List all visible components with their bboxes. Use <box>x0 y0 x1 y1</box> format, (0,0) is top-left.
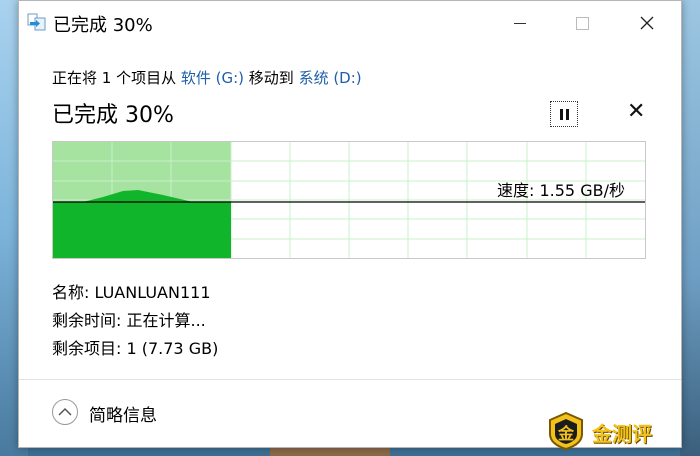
operation-description: 正在将 1 个项目从 软件 (G:) 移动到 系统 (D:) <box>52 67 362 88</box>
file-transfer-icon <box>27 13 46 31</box>
operation-prefix: 正在将 1 个项目从 <box>52 69 181 87</box>
maximize-icon <box>575 16 589 30</box>
file-move-dialog: 已完成 30% 正在将 1 个项目从 软件 (G:) 移动到 系统 (D:) 已… <box>18 0 682 448</box>
source-link[interactable]: 软件 (G:) <box>181 69 244 87</box>
maximize-button[interactable] <box>559 1 605 45</box>
cancel-operation-button[interactable]: ✕ <box>627 99 645 124</box>
watermark-text: 金测评 <box>592 422 652 446</box>
window-title: 已完成 30% <box>53 15 153 36</box>
title-bar[interactable]: 已完成 30% <box>19 1 681 45</box>
close-window-button[interactable] <box>624 1 670 45</box>
chevron-up-icon <box>58 407 72 416</box>
svg-text:金: 金 <box>557 424 575 443</box>
desktop-background-right <box>680 0 700 456</box>
footer-divider <box>19 379 681 380</box>
operation-middle: 移动到 <box>244 69 299 87</box>
progress-percent-label: 已完成 30% <box>52 103 174 128</box>
time-remaining: 剩余时间: 正在计算... <box>52 311 206 330</box>
pause-icon <box>559 108 563 120</box>
destination-link[interactable]: 系统 (D:) <box>299 69 362 87</box>
collapse-details-button[interactable] <box>52 399 78 425</box>
minimize-button[interactable] <box>497 1 543 45</box>
close-icon <box>640 16 654 30</box>
collapse-details-label[interactable]: 简略信息 <box>89 401 157 426</box>
items-remaining: 剩余项目: 1 (7.73 GB) <box>52 339 219 358</box>
minimize-icon <box>514 22 526 24</box>
speed-label: 速度: 1.55 GB/秒 <box>497 181 625 200</box>
file-name: 名称: LUANLUAN111 <box>52 283 211 302</box>
pause-button[interactable] <box>550 101 578 127</box>
watermark-logo: 金 <box>549 412 583 450</box>
